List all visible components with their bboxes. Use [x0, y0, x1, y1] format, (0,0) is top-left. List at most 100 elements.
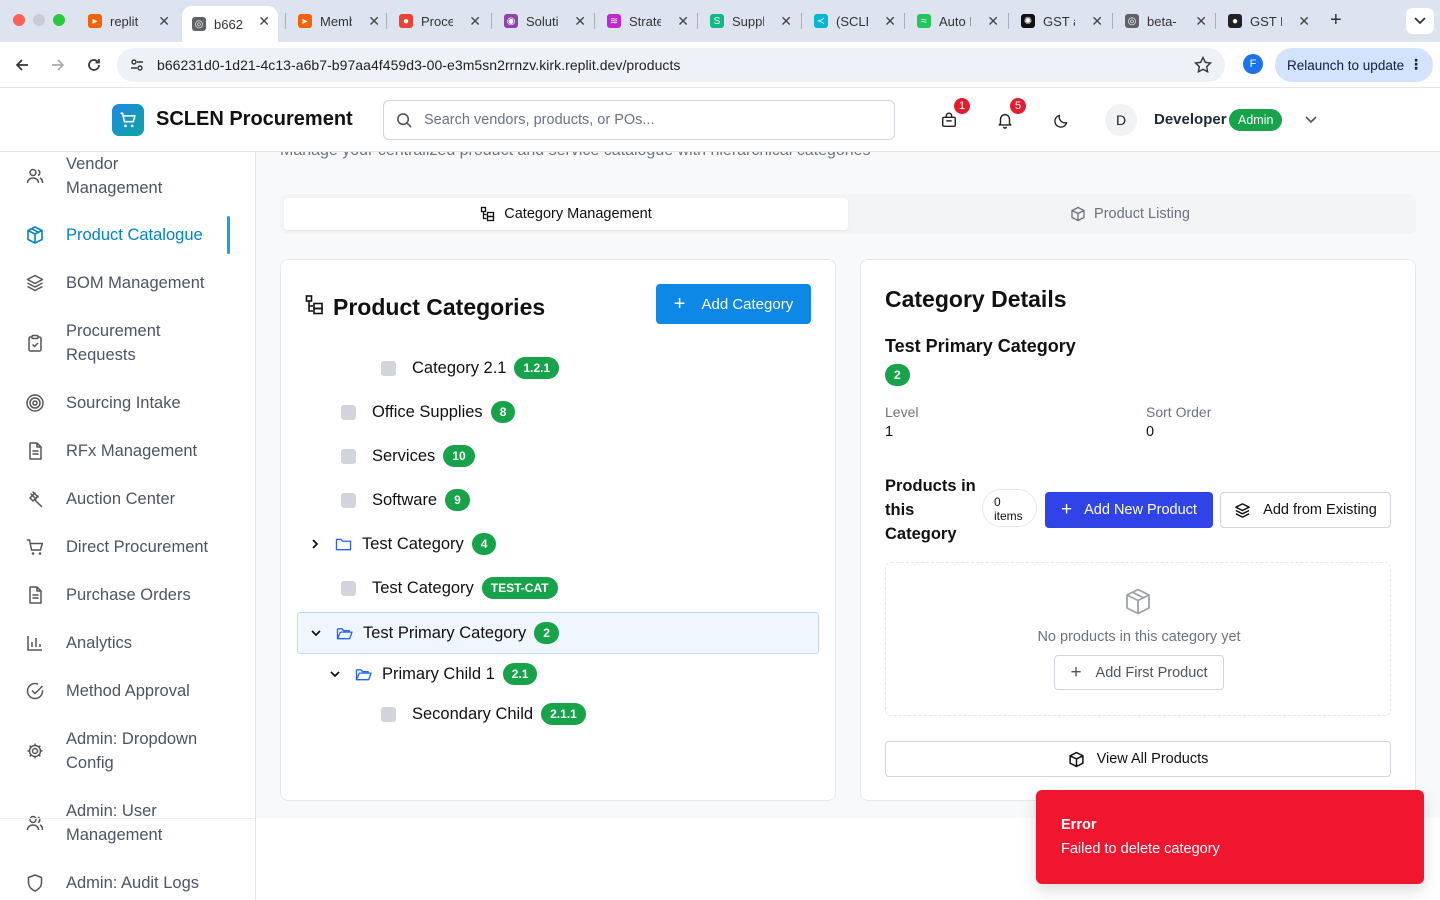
sidebar-item-admin-audit-logs[interactable]: Admin: Audit Logs	[24, 871, 234, 895]
category-code-badge: 8	[490, 401, 516, 423]
view-all-products-button[interactable]: View All Products	[885, 741, 1391, 777]
tab-separator	[386, 13, 387, 29]
items-count-pill: 0 items	[982, 489, 1037, 527]
category-tree-row[interactable]: Primary Child 1 2.1	[329, 661, 538, 687]
browser-tab[interactable]: ✺ GST a ✕	[1011, 6, 1111, 36]
sidebar-item-rfx-management[interactable]: RFx Management	[24, 439, 234, 463]
sidebar-item-admin-user-management[interactable]: Admin: User Management	[24, 799, 234, 847]
error-toast[interactable]: Error Failed to delete category	[1036, 790, 1424, 884]
browser-tab[interactable]: ● Proce ✕	[389, 6, 489, 36]
relaunch-button[interactable]: Relaunch to update ⋮	[1275, 48, 1433, 82]
sidebar-item-method-approval[interactable]: Method Approval	[24, 679, 234, 703]
close-tab-icon[interactable]: ✕	[987, 13, 999, 30]
close-tab-icon[interactable]: ✕	[158, 13, 170, 30]
close-tab-icon[interactable]: ✕	[1195, 13, 1207, 30]
user-avatar[interactable]: D	[1105, 104, 1137, 136]
sidebar-item-product-catalogue[interactable]: Product Catalogue	[24, 223, 234, 247]
search-icon	[397, 113, 412, 128]
star-icon[interactable]	[1194, 56, 1212, 74]
add-category-button[interactable]: + Add Category	[656, 284, 811, 324]
category-tree-row[interactable]: Office Supplies 8	[341, 399, 516, 425]
user-menu-toggle[interactable]	[1304, 112, 1318, 131]
close-tab-icon[interactable]: ✕	[1091, 13, 1103, 30]
browser-tab[interactable]: ≈ Auto I ✕	[907, 6, 1007, 36]
tab-search-button[interactable]	[1406, 8, 1434, 34]
row-checkbox[interactable]	[341, 404, 356, 420]
sidebar-item-purchase-orders[interactable]: Purchase Orders	[24, 583, 234, 607]
add-first-product-button[interactable]: + Add First Product	[1054, 655, 1224, 690]
category-tree-row[interactable]: Category 2.1 1.2.1	[381, 355, 560, 381]
sidebar-item-label: Vendor Management	[66, 155, 163, 197]
forward-button[interactable]	[48, 55, 68, 75]
category-tree-row[interactable]: Secondary Child 2.1.1	[381, 701, 586, 727]
browser-tab[interactable]: ▸ replit ✕	[78, 6, 178, 36]
browser-tab[interactable]: ≺ (SCLE ✕	[804, 6, 904, 36]
row-checkbox[interactable]	[341, 448, 356, 464]
row-checkbox[interactable]	[341, 492, 356, 508]
category-tree-row[interactable]: Services 10	[341, 443, 475, 469]
browser-tab[interactable]: ◎ b662 ✕	[182, 6, 278, 42]
browser-tab[interactable]: ◉ Soluti ✕	[494, 6, 594, 36]
row-checkbox[interactable]	[381, 360, 396, 376]
close-tab-icon[interactable]: ✕	[1298, 13, 1310, 30]
add-new-product-button[interactable]: + Add New Product	[1045, 492, 1213, 528]
gear-icon	[24, 740, 46, 762]
favicon-icon: ●	[399, 14, 413, 28]
sidebar-item-admin-dropdown-config[interactable]: Admin: Dropdown Config	[24, 727, 234, 775]
category-tree-row[interactable]: Software 9	[341, 487, 470, 513]
sidebar-item-sourcing-intake[interactable]: Sourcing Intake	[24, 391, 234, 415]
browser-tab[interactable]: ◎ beta- ✕	[1115, 6, 1215, 36]
sidebar-item-analytics[interactable]: Analytics	[24, 631, 234, 655]
minimize-window-button[interactable]	[33, 14, 45, 26]
chevron-down-icon[interactable]	[329, 668, 345, 680]
category-tree-row[interactable]: Test Primary Category 2	[310, 620, 559, 646]
tab-title: replit	[110, 13, 139, 29]
sidebar-item-auction-center[interactable]: Auction Center	[24, 487, 234, 511]
tab-product-listing[interactable]: Product Listing	[848, 198, 1412, 230]
close-tab-icon[interactable]: ✕	[780, 13, 792, 30]
sidebar-item-bom-management[interactable]: BOM Management	[24, 271, 234, 295]
new-tab-button[interactable]: +	[1330, 9, 1342, 32]
chevron-right-icon[interactable]	[309, 538, 325, 550]
add-from-existing-button[interactable]: Add from Existing	[1220, 492, 1391, 528]
category-tree-row[interactable]: Test Category 4	[309, 531, 497, 557]
site-info-icon[interactable]	[129, 57, 145, 73]
category-tree-row[interactable]: Test Category TEST-CAT	[341, 575, 558, 601]
close-tab-icon[interactable]: ✕	[677, 13, 689, 30]
tab-title: Auto I	[939, 13, 971, 29]
row-checkbox[interactable]	[341, 580, 356, 596]
close-window-button[interactable]	[13, 14, 25, 26]
sidebar-item-direct-procurement[interactable]: Direct Procurement	[24, 535, 234, 559]
user-name[interactable]: Developer	[1154, 111, 1227, 128]
sidebar-item-vendor-management[interactable]: Vendor Management	[24, 152, 234, 200]
folder-open-icon	[336, 626, 353, 641]
browser-tab[interactable]: S Suppl ✕	[700, 6, 800, 36]
global-search[interactable]	[383, 100, 895, 140]
address-field[interactable]: b66231d0-1d21-4c13-a6b7-b97aa4f459d3-00-…	[117, 48, 1225, 82]
sidebar-item-procurement-requests[interactable]: Procurement Requests	[24, 319, 234, 367]
browser-tab[interactable]: ≋ Strate ✕	[597, 6, 697, 36]
close-tab-icon[interactable]: ✕	[884, 13, 896, 30]
close-tab-icon[interactable]: ✕	[258, 13, 270, 30]
empty-products-state: No products in this category yet + Add F…	[885, 562, 1391, 716]
close-tab-icon[interactable]: ✕	[469, 13, 481, 30]
chevron-down-icon[interactable]	[310, 627, 326, 639]
row-checkbox[interactable]	[381, 706, 396, 722]
bar-chart-icon	[24, 632, 46, 654]
close-tab-icon[interactable]: ✕	[368, 13, 380, 30]
card-title: Product Categories	[333, 294, 546, 320]
back-button[interactable]	[12, 55, 32, 75]
tab-category-management[interactable]: Category Management	[284, 198, 848, 230]
favicon-icon: S	[710, 14, 724, 28]
browser-tab[interactable]: ● GST F ✕	[1218, 6, 1318, 36]
maximize-window-button[interactable]	[53, 14, 65, 26]
reload-button[interactable]	[84, 55, 104, 75]
theme-toggle-button[interactable]	[1049, 108, 1073, 132]
items-count: 0	[994, 495, 1001, 509]
close-tab-icon[interactable]: ✕	[574, 13, 586, 30]
browser-tab[interactable]: ▸ Memb ✕	[288, 6, 388, 36]
items-word: items	[994, 509, 1023, 523]
search-input[interactable]	[424, 109, 874, 131]
favicon-icon: ◎	[1125, 14, 1139, 28]
profile-avatar[interactable]: F	[1243, 54, 1263, 74]
